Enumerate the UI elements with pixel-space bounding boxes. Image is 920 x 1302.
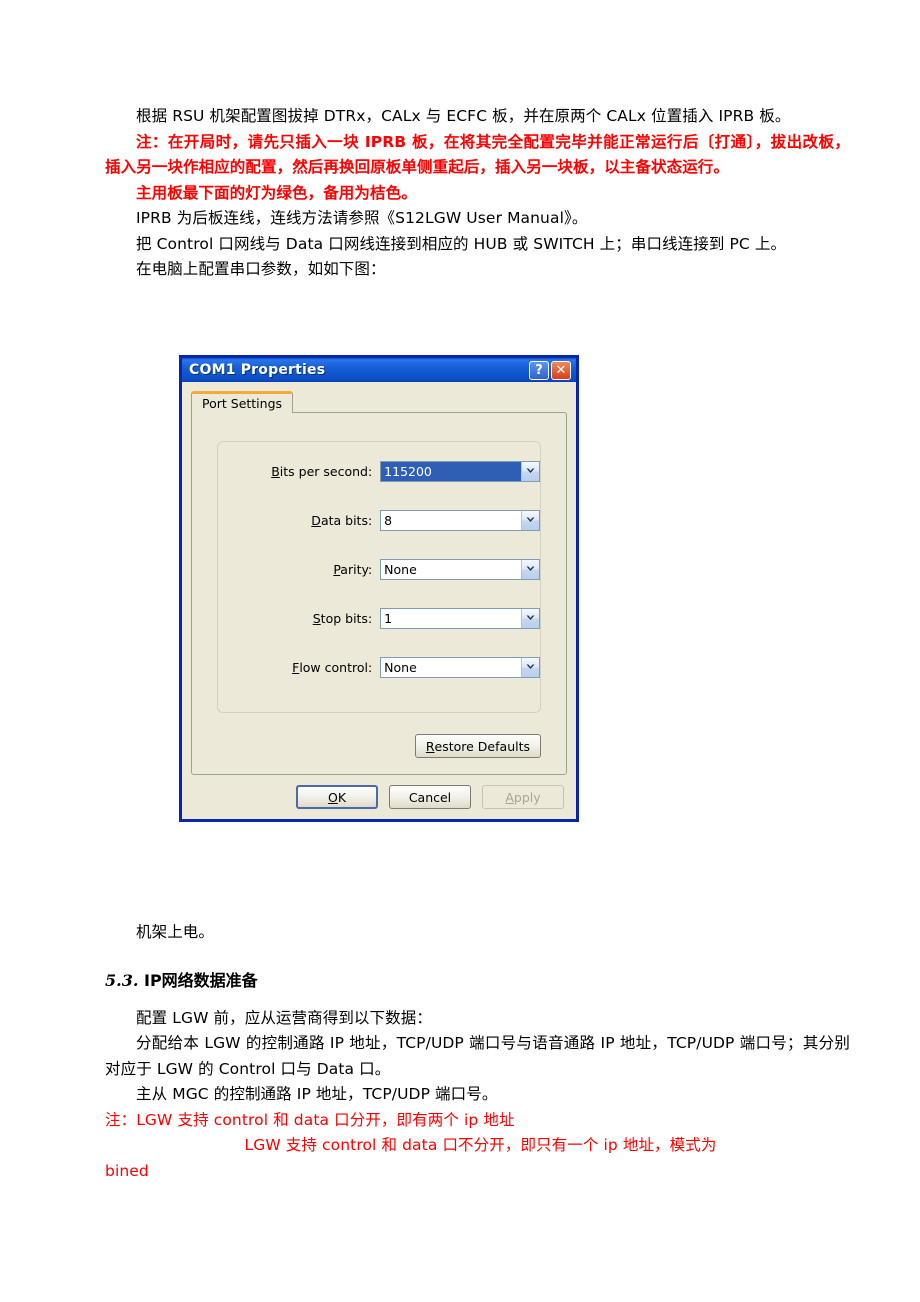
flow-control-value: None <box>384 659 417 675</box>
paragraph-serial-params: 在电脑上配置串口参数，如如下图： <box>136 260 386 278</box>
paragraph-rsu-instructions: 根据 RSU 机架配置图拔掉 DTRx，CALx 与 ECFC 板，并在原两个 … <box>136 107 791 125</box>
document-text-top: 根据 RSU 机架配置图拔掉 DTRx，CALx 与 ECFC 板，并在原两个 … <box>105 104 850 283</box>
paragraph-rack-power: 机架上电。 <box>136 923 215 941</box>
dialog-body: Port Settings Bits per second: 115200 Da… <box>182 382 576 819</box>
help-icon[interactable]: ? <box>529 360 549 380</box>
paragraph-mgc-control: 主从 MGC 的控制通路 IP 地址，TCP/UDP 端口号。 <box>136 1085 498 1103</box>
tab-panel-port-settings: Bits per second: 115200 Data bits: 8 Par… <box>191 412 567 775</box>
cancel-button[interactable]: Cancel <box>389 785 471 809</box>
parity-value: None <box>384 561 417 577</box>
com1-properties-dialog[interactable]: COM1 Properties ? ✕ Port Settings Bits p… <box>179 355 579 822</box>
label-data-bits: Data bits: <box>311 512 373 528</box>
flow-control-combo[interactable]: None <box>380 656 540 678</box>
heading-title: IP网络数据准备 <box>143 970 258 990</box>
heading-number: 5.3. <box>105 970 139 990</box>
paragraph-note-led-colors: 主用板最下面的灯为绿色，备用为桔色。 <box>136 183 417 202</box>
close-icon[interactable]: ✕ <box>551 360 571 380</box>
data-bits-combo[interactable]: 8 <box>380 509 540 531</box>
ok-button[interactable]: OK <box>296 785 378 809</box>
tabstrip: Port Settings <box>191 391 567 413</box>
stop-bits-combo[interactable]: 1 <box>380 607 540 629</box>
document-page: 根据 RSU 机架配置图拔掉 DTRx，CALx 与 ECFC 板，并在原两个 … <box>0 0 920 1302</box>
paragraph-note-iprb: 注：在开局时，请先只插入一块 IPRB 板，在将其完全配置完毕并能正常运行后〔打… <box>105 132 850 177</box>
paragraph-config-prereq: 配置 LGW 前，应从运营商得到以下数据： <box>136 1008 432 1027</box>
label-stop-bits: Stop bits: <box>312 610 373 626</box>
field-row-data-bits: Data bits: 8 <box>218 509 540 531</box>
dialog-footer: OK Cancel Apply <box>182 775 576 819</box>
heading-5-3: 5.3. IP网络数据准备 <box>105 968 850 994</box>
tab-port-settings[interactable]: Port Settings <box>191 391 294 413</box>
note-line-bined: bined <box>105 1161 149 1180</box>
field-row-bits-per-second: Bits per second: 115200 <box>218 460 540 482</box>
data-bits-value: 8 <box>384 512 393 528</box>
field-row-parity: Parity: None <box>218 558 540 580</box>
stop-bits-value: 1 <box>384 610 393 626</box>
paragraph-iprb-backplane: IPRB 为后板连线，连线方法请参照《S12LGW User Manual》。 <box>136 209 588 227</box>
field-row-stop-bits: Stop bits: 1 <box>218 607 540 629</box>
dialog-title: COM1 Properties <box>189 362 326 378</box>
paragraph-cabling: 把 Control 口网线与 Data 口网线连接到相应的 HUB 或 SWIT… <box>136 234 787 253</box>
label-flow-control: Flow control: <box>292 659 373 675</box>
document-text-bottom: 机架上电。 5.3. IP网络数据准备 配置 LGW 前，应从运营商得到以下数据… <box>105 920 850 1184</box>
bits-per-second-value: 115200 <box>381 461 521 481</box>
label-bits-per-second: Bits per second: <box>271 463 373 479</box>
field-row-flow-control: Flow control: None <box>218 656 540 678</box>
note-line-combined-ports: LGW 支持 control 和 data 口不分开，即只有一个 ip 地址，模… <box>105 1133 850 1159</box>
apply-button: Apply <box>482 785 564 809</box>
chevron-down-icon[interactable] <box>521 510 539 530</box>
label-parity: Parity: <box>333 561 373 577</box>
restore-defaults-button[interactable]: Restore Defaults <box>414 734 541 758</box>
chevron-down-icon[interactable] <box>521 461 539 481</box>
chevron-down-icon[interactable] <box>521 608 539 628</box>
note-line-separate-ports: 注：LGW 支持 control 和 data 口分开，即有两个 ip 地址 <box>105 1110 515 1129</box>
port-settings-groupbox: Bits per second: 115200 Data bits: 8 Par… <box>217 441 541 713</box>
bits-per-second-combo[interactable]: 115200 <box>380 460 540 482</box>
note-line-combined-ports-text: LGW 支持 control 和 data 口不分开，即只有一个 ip 地址，模… <box>244 1136 717 1154</box>
parity-combo[interactable]: None <box>380 558 540 580</box>
dialog-titlebar[interactable]: COM1 Properties ? ✕ <box>179 355 579 382</box>
chevron-down-icon[interactable] <box>521 559 539 579</box>
chevron-down-icon[interactable] <box>521 657 539 677</box>
paragraph-ip-allocation: 分配给本 LGW 的控制通路 IP 地址，TCP/UDP 端口号与语音通路 IP… <box>105 1034 850 1078</box>
